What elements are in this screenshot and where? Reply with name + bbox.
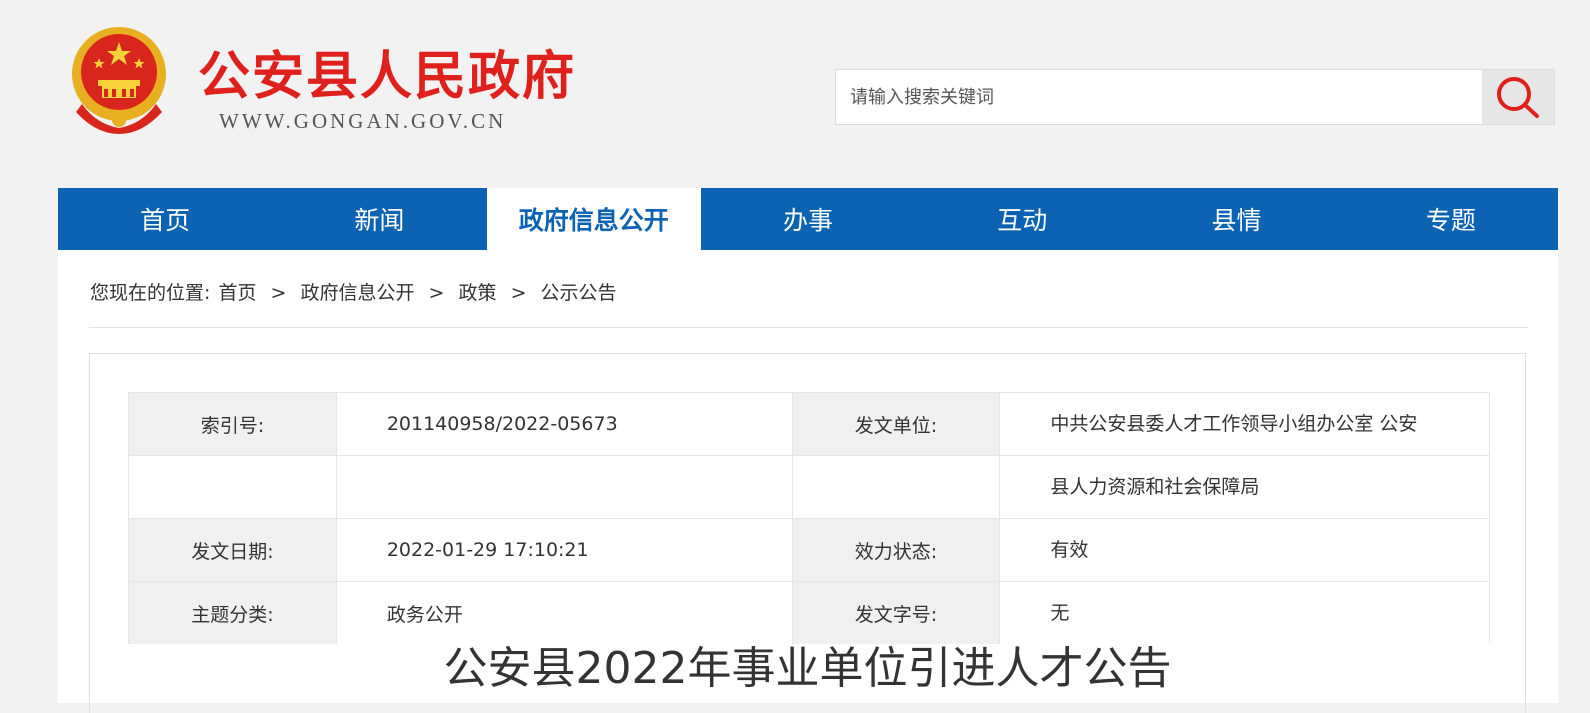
- national-emblem-icon[interactable]: [66, 24, 172, 134]
- breadcrumb-divider: [89, 327, 1528, 328]
- search-input[interactable]: [836, 70, 1476, 124]
- breadcrumb-link-policy[interactable]: 政策: [459, 282, 497, 304]
- meta-row: 索引号: 201140958/2022-05673 发文单位: 中共公安县委人才…: [128, 392, 1490, 456]
- breadcrumb-link-gov-info[interactable]: 政府信息公开: [300, 282, 414, 304]
- meta-row: 县人力资源和社会保障局: [128, 455, 1490, 519]
- search-box: [835, 69, 1555, 125]
- date-value: 2022-01-29 17:10:21: [335, 518, 793, 582]
- breadcrumb-prefix: 您现在的位置:: [90, 282, 211, 304]
- breadcrumb-link-announcements[interactable]: 公示公告: [541, 282, 617, 304]
- nav-item-services[interactable]: 办事: [701, 188, 915, 250]
- date-label: 发文日期:: [128, 518, 337, 582]
- breadcrumb-separator: >: [428, 282, 445, 304]
- nav-item-topics[interactable]: 专题: [1344, 188, 1558, 250]
- site-url: WWW.GONGAN.GOV.CN: [219, 109, 507, 133]
- breadcrumb-link-home[interactable]: 首页: [218, 282, 256, 304]
- document-panel: 索引号: 201140958/2022-05673 发文单位: 中共公安县委人才…: [89, 353, 1526, 713]
- index-label: 索引号:: [128, 392, 337, 456]
- main-nav: 首页 新闻 政府信息公开 办事 互动 县情 专题: [58, 188, 1558, 250]
- status-value: 有效: [999, 518, 1490, 582]
- issuer-value-line1: 中共公安县委人才工作领导小组办公室 公安: [999, 392, 1490, 456]
- nav-item-home[interactable]: 首页: [58, 188, 272, 250]
- blank-cell: [128, 455, 337, 519]
- meta-row: 发文日期: 2022-01-29 17:10:21 效力状态: 有效: [128, 518, 1490, 582]
- issuer-value-line2: 县人力资源和社会保障局: [999, 455, 1490, 519]
- document-title: 公安县2022年事业单位引进人才公告: [443, 643, 1172, 694]
- site-title[interactable]: 公安县人民政府: [198, 34, 576, 109]
- breadcrumb-separator: >: [270, 282, 287, 304]
- search-icon: [1497, 77, 1539, 118]
- nav-item-county-info[interactable]: 县情: [1129, 188, 1343, 250]
- breadcrumb-separator: >: [510, 282, 527, 304]
- search-button[interactable]: [1482, 70, 1554, 124]
- nav-item-gov-info[interactable]: 政府信息公开: [486, 188, 701, 250]
- nav-item-news[interactable]: 新闻: [272, 188, 486, 250]
- blank-cell: [335, 455, 793, 519]
- issuer-label: 发文单位:: [791, 392, 1001, 456]
- main-content: 您现在的位置: 首页 > 政府信息公开 > 政策 > 公示公告 索引号: 201…: [58, 250, 1558, 713]
- nav-item-interaction[interactable]: 互动: [915, 188, 1129, 250]
- status-label: 效力状态:: [791, 518, 1001, 582]
- index-value: 201140958/2022-05673: [335, 392, 793, 456]
- blank-cell: [791, 455, 1001, 519]
- breadcrumb: 您现在的位置: 首页 > 政府信息公开 > 政策 > 公示公告: [89, 278, 618, 305]
- document-meta-table: 索引号: 201140958/2022-05673 发文单位: 中共公安县委人才…: [128, 392, 1490, 644]
- site-header: 公安县人民政府 WWW.GONGAN.GOV.CN: [0, 0, 1590, 186]
